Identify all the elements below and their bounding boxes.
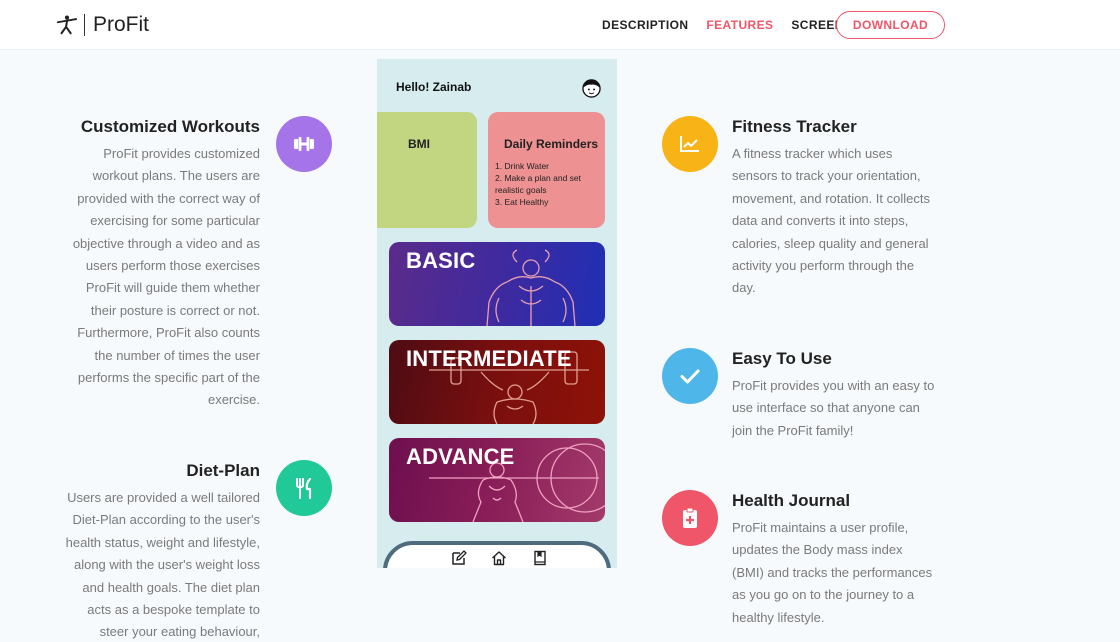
reminders-list: 1. Drink Water 2. Make a plan and set re… xyxy=(495,160,601,208)
level-intermediate-card[interactable]: INTERMEDIATE xyxy=(389,340,605,424)
feature-title: Customized Workouts xyxy=(80,117,260,136)
feature-health-journal: Health Journal ProFit maintains a user p… xyxy=(732,491,972,629)
medical-clipboard-icon-circle xyxy=(662,490,718,546)
feature-description: A fitness tracker which uses sensors to t… xyxy=(732,146,930,296)
feature-customized-workouts: Customized Workouts ProFit provides cust… xyxy=(40,117,260,412)
feature-description: Users are provided a well tailored Diet-P… xyxy=(65,490,260,640)
feature-easy-to-use: Easy To Use ProFit provides you with an … xyxy=(732,349,972,442)
nav-description[interactable]: DESCRIPTION xyxy=(602,18,688,32)
check-icon xyxy=(680,369,700,384)
daily-reminders-card[interactable]: Daily Reminders 1. Drink Water 2. Make a… xyxy=(488,112,605,228)
home-icon[interactable] xyxy=(491,550,507,566)
feature-title: Fitness Tracker xyxy=(732,117,857,136)
book-icon[interactable] xyxy=(532,550,548,566)
edit-icon[interactable] xyxy=(451,550,467,566)
avatar-icon xyxy=(582,79,601,98)
feature-fitness-tracker: Fitness Tracker A fitness tracker which … xyxy=(732,117,972,300)
chart-line-icon xyxy=(680,136,699,152)
level-label: BASIC xyxy=(406,248,476,273)
reminder-item: 2. Make a plan and set realistic goals xyxy=(495,173,582,195)
brand-logo[interactable]: ProFit xyxy=(56,13,149,37)
level-label: ADVANCE xyxy=(406,444,515,469)
bmi-card[interactable]: BMI xyxy=(377,112,477,228)
check-icon-circle xyxy=(662,348,718,404)
utensils-icon xyxy=(296,477,312,500)
main-nav: DESCRIPTION FEATURES SCREENS xyxy=(602,0,870,50)
feature-title: Diet-Plan xyxy=(186,461,260,480)
feature-description: ProFit provides customized workout plans.… xyxy=(72,146,260,408)
nav-features[interactable]: FEATURES xyxy=(706,18,773,32)
dumbbell-icon-circle xyxy=(276,116,332,172)
reminders-title: Daily Reminders xyxy=(504,137,599,151)
greeting-text: Hello! Zainab xyxy=(396,80,472,94)
app-screenshot-mockup: Hello! Zainab BMI Daily Reminders 1. Dri… xyxy=(377,59,617,568)
feature-description: ProFit provides you with an easy to use i… xyxy=(732,378,935,438)
feature-diet-plan: Diet-Plan Users are provided a well tail… xyxy=(40,461,260,642)
feature-title: Easy To Use xyxy=(732,349,832,368)
feature-title: Health Journal xyxy=(732,491,851,510)
brand-name: ProFit xyxy=(93,13,150,36)
download-button[interactable]: DOWNLOAD xyxy=(836,11,945,39)
level-basic-card[interactable]: BASIC xyxy=(389,242,605,326)
utensils-icon-circle xyxy=(276,460,332,516)
level-advance-card[interactable]: ADVANCE xyxy=(389,438,605,522)
logo-divider xyxy=(84,14,85,36)
stretching-person-icon xyxy=(56,15,78,35)
bmi-label: BMI xyxy=(408,137,430,151)
reminder-item: 3. Eat Healthy xyxy=(495,197,549,207)
dumbbell-icon xyxy=(294,137,314,151)
reminder-item: 1. Drink Water xyxy=(495,161,550,171)
medical-clipboard-icon xyxy=(683,507,697,528)
chart-line-icon-circle xyxy=(662,116,718,172)
level-label: INTERMEDIATE xyxy=(406,346,572,371)
site-header: ProFit DESCRIPTION FEATURES SCREENS DOWN… xyxy=(0,0,1120,50)
feature-description: ProFit maintains a user profile, updates … xyxy=(732,520,933,625)
